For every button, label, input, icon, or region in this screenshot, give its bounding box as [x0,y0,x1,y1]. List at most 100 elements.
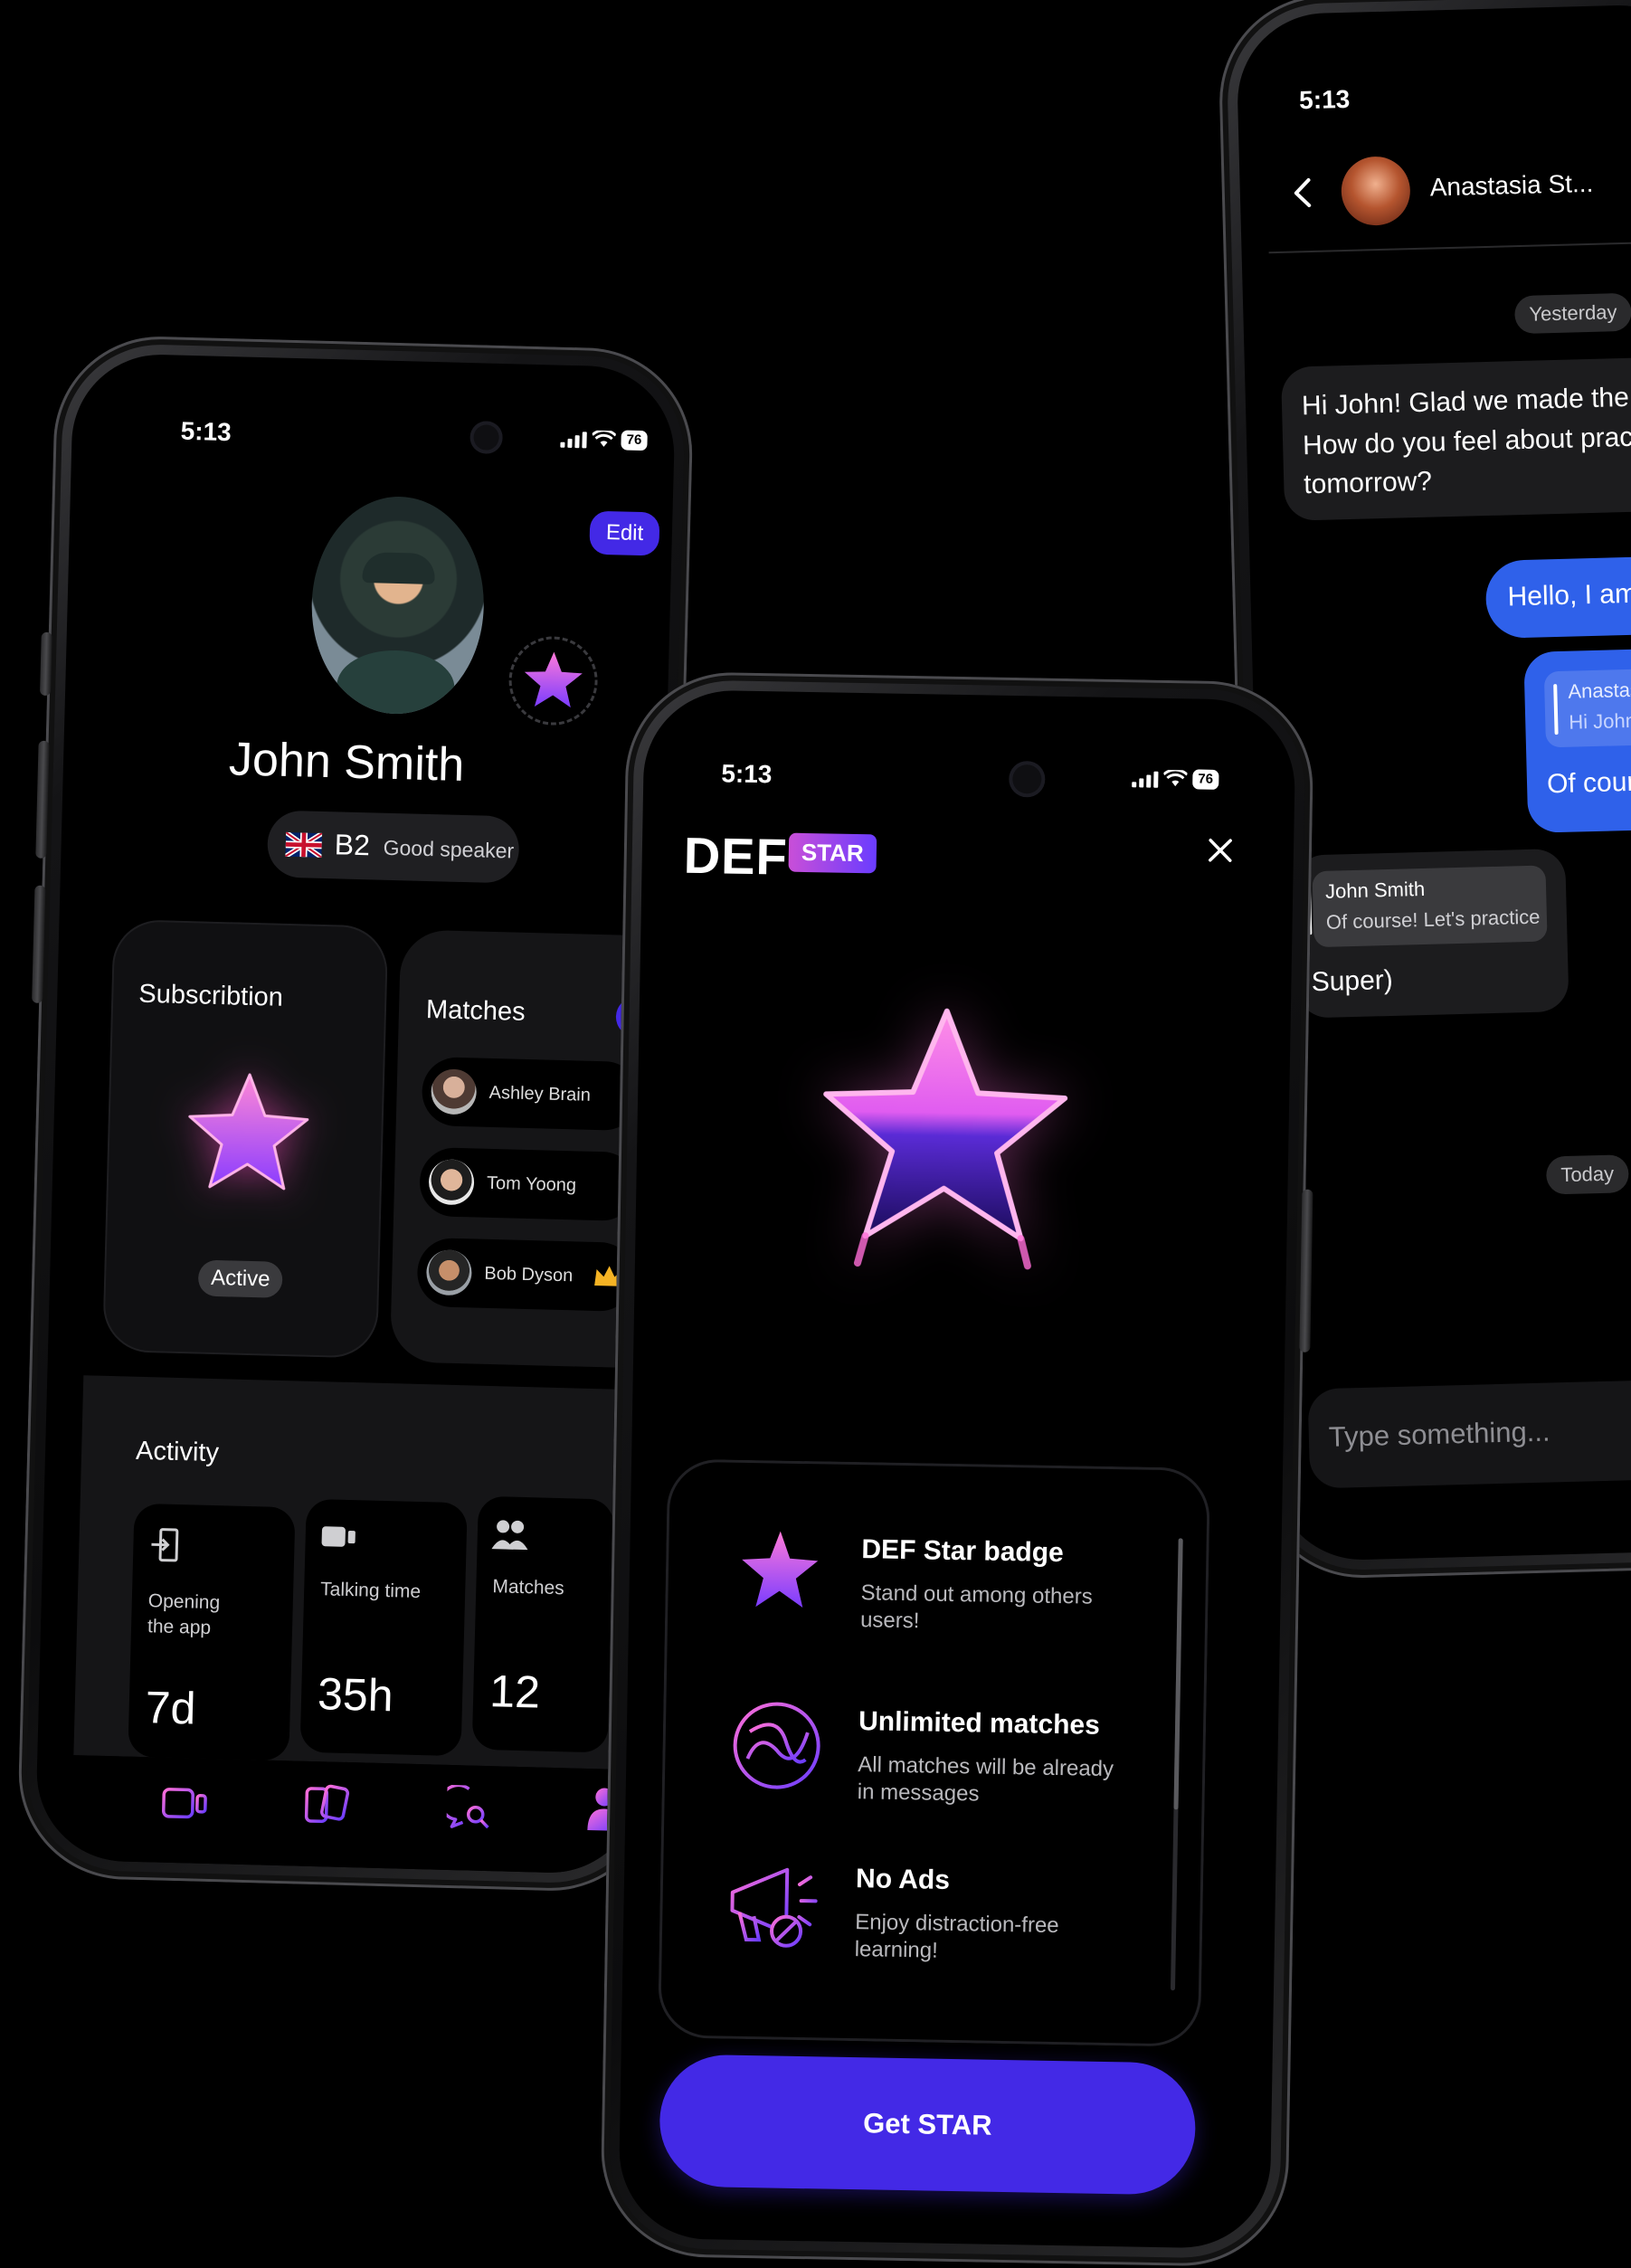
feature-item: Unlimited matches All matches will be al… [688,1676,1162,1847]
signal-icon [1132,769,1159,788]
quote-text: Hi John! G [1568,708,1631,734]
avatar-cap [362,552,436,585]
subscription-card[interactable]: Subscribtion Active [102,918,389,1359]
features-card: DEF Star badge Stand out among others us… [657,1458,1211,2047]
profile-phone: 5:13 76 Edit John Smith B2 Good speaker … [15,334,696,1893]
message-incoming[interactable]: Hi John! Glad we made the m How do you f… [1280,355,1631,521]
bottom-nav [70,1755,677,1875]
message-text: Hi John! Glad we made the m How do you f… [1301,382,1631,500]
match-avatar [428,1159,475,1206]
level-badge: B2 Good speaker [266,810,520,884]
front-camera [1008,760,1046,798]
level-description: Good speaker [383,835,515,863]
scrollbar[interactable] [1170,1538,1183,1991]
activity-title: Activity [135,1436,220,1468]
feature-desc: All matches will be already in messages [857,1752,1114,1807]
message-text: Of course [1546,765,1631,800]
date-pill-yesterday: Yesterday [1513,292,1631,335]
match-name: Ashley Brain [488,1082,592,1106]
feature-title: No Ads [855,1864,951,1895]
door-enter-icon [151,1528,179,1562]
match-item[interactable]: Tom Yoong [419,1146,638,1222]
message-input[interactable]: Type something... [1307,1376,1631,1489]
message-outgoing-reply[interactable]: Anastasi Hi John! G Of course [1523,646,1631,833]
wifi-icon [1163,769,1188,787]
match-avatar [431,1068,478,1115]
back-icon[interactable] [1285,175,1322,212]
match-item[interactable]: Bob Dyson [416,1237,636,1313]
reply-quote: Anastasi Hi John! G [1543,666,1631,748]
match-item[interactable]: Ashley Brain [421,1056,640,1132]
subscription-star-icon [188,1073,309,1191]
contact-avatar[interactable] [1340,156,1411,227]
profile-screen: 5:13 76 Edit John Smith B2 Good speaker … [34,352,677,1875]
activity-tile-talking[interactable]: Talking time 35h [299,1498,468,1757]
chat-search-icon[interactable] [446,1784,492,1831]
matches-title: Matches [425,995,526,1027]
battery-indicator: 76 [1192,769,1219,790]
close-icon[interactable] [1205,835,1237,867]
brand-logo: DEF [683,826,789,886]
match-name: Tom Yoong [486,1172,577,1195]
profile-name: John Smith [228,733,465,792]
phone-volume-down [32,885,46,1003]
date-pill-today: Today [1545,1154,1629,1195]
quote-name: Anastasi [1568,678,1631,703]
status-icons: 76 [560,429,648,451]
quote-name: John Smith [1324,877,1426,903]
front-camera [469,421,504,454]
reply-quote: John Smith Of course! Let's practice [1306,865,1548,948]
quote-text: Of course! Let's practice [1325,905,1541,934]
level-code: B2 [334,828,371,862]
activity-value: 7d [145,1682,197,1734]
battery-indicator: 76 [621,430,648,451]
subscription-status: Active [197,1259,284,1298]
uk-flag-icon [285,831,323,858]
people-icon [491,1520,528,1551]
video-call-icon[interactable] [160,1785,208,1822]
feature-title: DEF Star badge [861,1534,1065,1569]
feature-title: Unlimited matches [858,1706,1101,1741]
edit-button[interactable]: Edit [589,510,660,556]
activity-label: Talking time [319,1579,422,1603]
quote-bar [1553,684,1559,735]
paywall-phone: 5:13 76 DEF STAR DEF Star badge Stand ou… [599,670,1315,2268]
activity-value: 12 [488,1665,541,1718]
activity-label: Matches [492,1576,565,1599]
feature-item: No Ads Enjoy distraction-free learning! [686,1839,1159,2010]
message-outgoing[interactable]: Hello, I am a [1484,554,1631,640]
activity-label: Opening the app [147,1590,221,1639]
activity-value: 35h [317,1668,394,1722]
contact-name[interactable]: Anastasia St... [1429,169,1593,203]
status-time: 5:13 [1298,84,1351,115]
activity-tile-opening[interactable]: Opening the app 7d [128,1503,296,1761]
cards-icon[interactable] [303,1783,350,1827]
star-icon [524,651,583,708]
infinity-match-icon [733,1702,820,1789]
scrollbar-thumb[interactable] [1173,1538,1183,1810]
subscription-title: Subscribtion [137,979,284,1012]
get-star-button[interactable]: Get STAR [659,2054,1197,2196]
activity-section: Activity Opening the app 7d Talking time… [73,1375,677,1772]
paywall-screen: 5:13 76 DEF STAR DEF Star badge Stand ou… [618,688,1296,2250]
status-time: 5:13 [721,759,773,789]
phone-action-button [39,631,52,697]
signal-icon [560,430,587,449]
profile-avatar[interactable] [308,494,487,716]
video-icon [321,1526,356,1547]
hero-star-icon [823,1008,1068,1270]
star-tag: STAR [788,832,877,874]
feature-desc: Stand out among others users! [859,1580,1093,1634]
activity-tile-matches[interactable]: Matches 12 [471,1495,614,1753]
wifi-icon [592,430,616,447]
match-name: Bob Dyson [484,1263,574,1286]
message-text: Hello, I am a [1507,578,1631,612]
star-badge[interactable] [507,635,599,726]
avatar-shirt [336,649,456,716]
feature-item: DEF Star badge Stand out among others us… [691,1504,1164,1675]
star-badge-icon [742,1531,819,1608]
message-input-placeholder: Type something... [1328,1415,1550,1453]
message-incoming-reply[interactable]: John Smith Of course! Let's practice Sup… [1294,848,1569,1019]
header-divider [1268,239,1631,254]
message-text: Super) [1311,964,1394,998]
